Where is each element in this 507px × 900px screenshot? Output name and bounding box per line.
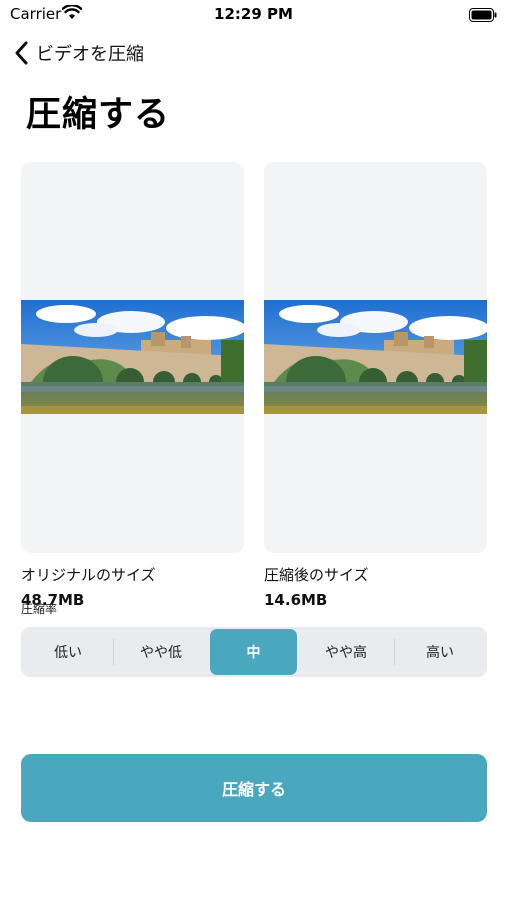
battery-icon [469,7,497,22]
segment-slightly-low[interactable]: やや低 [114,629,208,675]
original-video-preview [21,162,244,553]
status-time: 12:29 PM [214,5,293,23]
segment-slightly-high[interactable]: やや高 [299,629,393,675]
status-bar: Carrier 12:29 PM [0,0,507,30]
compress-button[interactable]: 圧縮する [21,754,487,822]
video-thumbnail [21,300,244,414]
segment-low[interactable]: 低い [23,629,113,675]
chevron-left-icon [14,41,28,65]
video-thumbnail [264,300,487,414]
original-size-label: オリジナルのサイズ [21,566,156,584]
segment-high[interactable]: 高い [395,629,485,675]
page-title: 圧縮する [26,95,171,135]
compression-level-selector: 低い やや低 中 やや高 高い [21,627,487,677]
back-button[interactable]: ビデオを圧縮 [14,40,144,66]
segment-medium[interactable]: 中 [210,629,297,675]
compressed-size-value: 14.6MB [264,591,328,609]
back-label: ビデオを圧縮 [36,44,144,65]
compressed-video-preview [264,162,487,553]
compression-ratio-label: 圧縮率 [21,602,58,616]
compressed-size-label: 圧縮後のサイズ [264,566,369,584]
